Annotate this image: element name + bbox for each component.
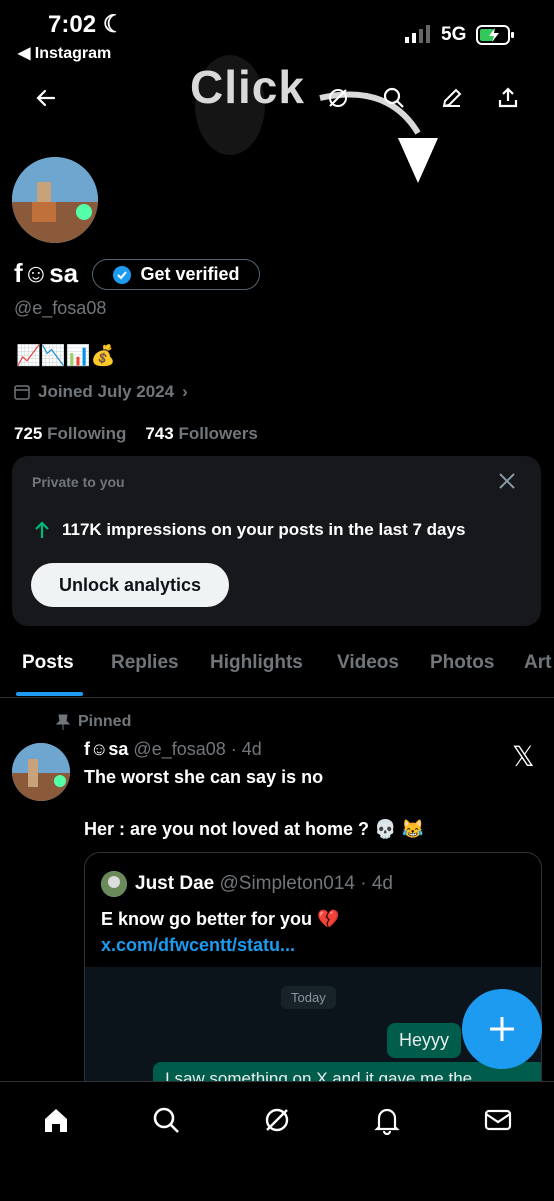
followers-link[interactable]: 743 Followers xyxy=(145,424,257,443)
profile-handle: @e_fosa08 xyxy=(14,298,107,318)
quote-avatar xyxy=(101,871,127,897)
following-link[interactable]: 725 Following xyxy=(14,424,126,443)
search-icon[interactable] xyxy=(376,80,412,116)
card-label: Private to you xyxy=(32,474,125,490)
impressions-text: 117K impressions on your posts in the la… xyxy=(32,520,465,540)
battery-icon xyxy=(476,25,514,45)
edit-icon[interactable] xyxy=(434,80,470,116)
joined-label: Joined July 2024 xyxy=(38,382,175,401)
back-to-app-link[interactable]: ◀ Instagram xyxy=(18,43,111,63)
profile-tabs: Posts Replies Highlights Videos Photos A… xyxy=(0,645,554,698)
status-time: 7:02 ☾ xyxy=(48,11,125,38)
post-avatar[interactable] xyxy=(12,743,70,801)
back-app-label: Instagram xyxy=(34,45,112,62)
unlock-analytics-button[interactable]: Unlock analytics xyxy=(31,563,229,607)
notifications-icon[interactable] xyxy=(367,1100,407,1140)
x-logo-icon: 𝕏 xyxy=(512,741,535,772)
analytics-card: Private to you 117K impressions on your … xyxy=(12,456,541,626)
tab-articles[interactable]: Art xyxy=(524,652,551,674)
tab-replies[interactable]: Replies xyxy=(111,652,179,674)
post-text-line2: Her : are you not loved at home ? 💀 😹 xyxy=(84,819,424,839)
grok-icon[interactable] xyxy=(320,80,356,116)
chat-bubble-sent: Heyyy xyxy=(387,1023,462,1058)
close-icon[interactable] xyxy=(496,470,518,497)
chevron-right-icon: › xyxy=(182,382,188,401)
messages-icon[interactable] xyxy=(478,1100,518,1140)
post-handle-time: @e_fosa08 · 4d xyxy=(133,739,262,759)
plus-icon xyxy=(490,1017,514,1041)
profile-name: f☺sa xyxy=(14,258,79,288)
post-text-line1: The worst she can say is no xyxy=(84,767,324,787)
tab-highlights[interactable]: Highlights xyxy=(210,652,303,674)
quoted-post[interactable]: Just Dae @Simpleton014 · 4d E know go be… xyxy=(84,852,542,1114)
moon-icon: ☾ xyxy=(102,11,125,38)
joined-date[interactable]: Joined July 2024 › xyxy=(14,382,188,402)
compose-post-button[interactable] xyxy=(462,989,542,1069)
network-label: 5G xyxy=(441,24,467,45)
profile-avatar[interactable] xyxy=(12,157,98,243)
bottom-nav xyxy=(0,1081,554,1201)
signal-icon xyxy=(405,25,430,43)
calendar-icon xyxy=(14,385,30,400)
follow-counts: 725 Following 743 Followers xyxy=(14,424,258,444)
quote-text: E know go better for you 💔 x.com/dfwcent… xyxy=(101,909,340,955)
pin-icon xyxy=(56,714,70,730)
tab-photos[interactable]: Photos xyxy=(430,652,494,674)
quote-author-line: Just Dae @Simpleton014 · 4d xyxy=(135,873,393,894)
get-verified-label: Get verified xyxy=(140,264,240,284)
tab-posts[interactable]: Posts xyxy=(22,652,74,674)
grok-nav-icon[interactable] xyxy=(257,1100,297,1140)
chat-date: Today xyxy=(281,986,336,1009)
arrow-up-icon xyxy=(35,521,49,538)
pinned-label: Pinned xyxy=(56,713,131,731)
back-arrow-icon[interactable] xyxy=(28,80,64,116)
tab-videos[interactable]: Videos xyxy=(337,652,399,674)
share-icon[interactable] xyxy=(490,80,526,116)
post-author-line[interactable]: f☺sa @e_fosa08 · 4d xyxy=(84,739,262,760)
verified-badge-icon xyxy=(113,265,132,284)
profile-bio: 📈📉📊💰 xyxy=(16,345,116,367)
search-nav-icon[interactable] xyxy=(146,1100,186,1140)
get-verified-button[interactable]: Get verified xyxy=(92,259,260,290)
quote-link[interactable]: x.com/dfwcentt/statu... xyxy=(101,935,295,955)
overlay-click-text: Click xyxy=(190,61,305,113)
tab-indicator xyxy=(16,692,83,696)
post-author: f☺sa xyxy=(84,739,129,759)
home-icon[interactable] xyxy=(36,1100,76,1140)
